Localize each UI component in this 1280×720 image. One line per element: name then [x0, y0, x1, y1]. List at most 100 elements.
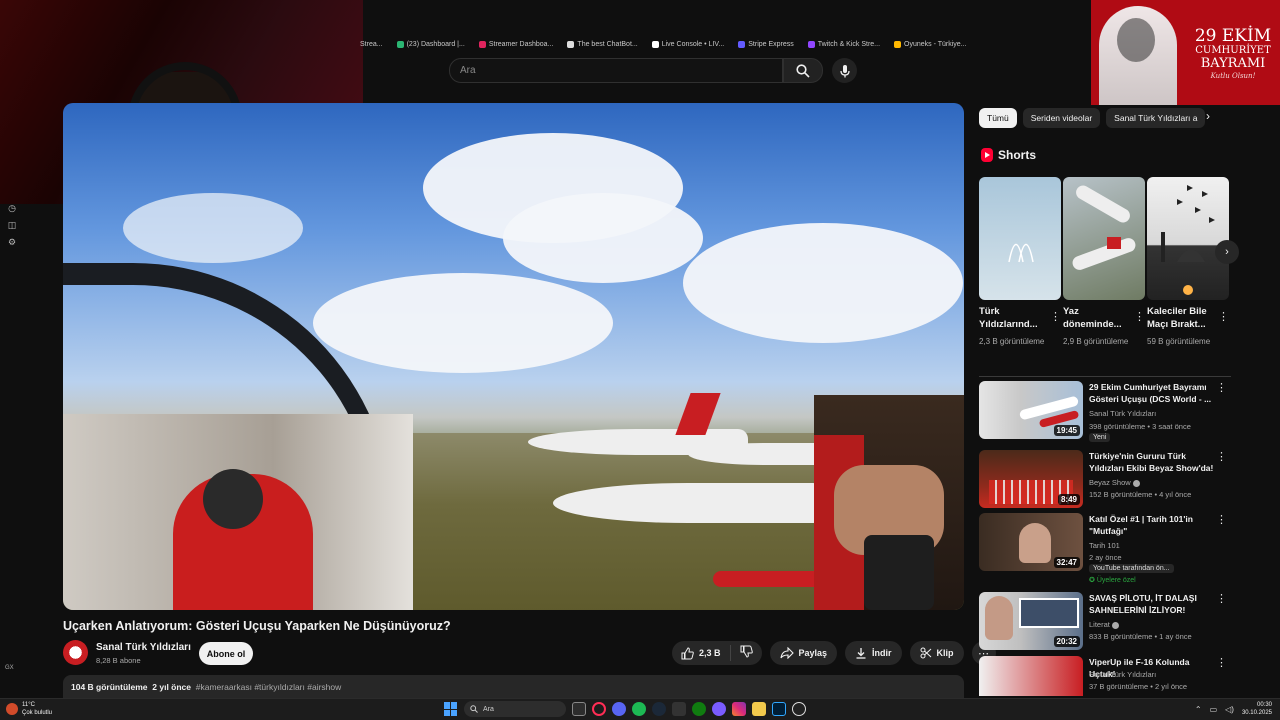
start-button[interactable]	[444, 702, 458, 716]
extension-icon[interactable]: ◫	[8, 220, 17, 231]
more-vert-icon[interactable]: ⋮	[1050, 310, 1061, 323]
photoshop-icon[interactable]	[772, 702, 786, 716]
bookmark[interactable]: The best ChatBot...	[567, 40, 638, 48]
bookmark[interactable]: Twitch & Kick Stre...	[807, 40, 880, 48]
spotify-icon[interactable]	[632, 702, 646, 716]
video-title[interactable]: 29 Ekim Cumhuriyet Bayramı Gösteri Uçuşu…	[1089, 381, 1217, 405]
search-icon	[470, 705, 478, 713]
subscribe-button[interactable]: Abone ol	[199, 642, 253, 665]
recommended-video[interactable]: 20:32 SAVAŞ PİLOTU, İT DALAŞI SAHNELERİN…	[979, 592, 1231, 652]
app-icon[interactable]	[712, 702, 726, 716]
recommended-video[interactable]: 19:45 29 Ekim Cumhuriyet Bayramı Gösteri…	[979, 381, 1231, 442]
epic-games-icon[interactable]	[672, 702, 686, 716]
video-thumbnail[interactable]: 19:45	[979, 381, 1083, 439]
chip-channel[interactable]: Sanal Türk Yıldızları a	[1106, 108, 1206, 128]
time: 00:30	[1256, 702, 1272, 708]
pilot-facecam	[63, 414, 413, 610]
video-meta: 833 B görüntüleme • 1 ay önce	[1089, 632, 1192, 641]
duration-badge: 19:45	[1053, 425, 1080, 436]
video-thumbnail[interactable]: 20:32	[979, 592, 1083, 650]
search-input[interactable]: Ara	[449, 58, 783, 83]
system-tray: ⌃ ▭ ◁) 00:30 30.10.2025	[1195, 701, 1272, 717]
instagram-icon[interactable]	[732, 702, 746, 716]
dislike-button[interactable]	[731, 645, 762, 661]
short-thumbnail[interactable]	[979, 177, 1061, 300]
file-explorer-icon[interactable]	[572, 702, 586, 716]
like-count: 2,3 B	[699, 648, 721, 658]
video-title[interactable]: SAVAŞ PİLOTU, İT DALAŞI SAHNELERİNİ İZLİ…	[1089, 592, 1217, 616]
video-title[interactable]: Türkiye'nin Gururu Türk Yıldızları Ekibi…	[1089, 450, 1217, 474]
screen: Strea... (23) Dashboard |... Streamer Da…	[0, 0, 1280, 720]
more-vert-icon[interactable]: ⋮	[1216, 381, 1227, 394]
upload-age: 2 yıl önce	[152, 682, 192, 692]
video-thumbnail[interactable]	[979, 656, 1083, 696]
folder-icon[interactable]	[752, 702, 766, 716]
voice-search-button[interactable]	[832, 58, 857, 83]
share-button[interactable]: Paylaş	[769, 641, 838, 665]
video-player[interactable]	[63, 103, 964, 610]
bookmark[interactable]: Strea...	[360, 41, 383, 48]
video-thumbnail[interactable]: 32:47	[979, 513, 1083, 571]
recommended-video[interactable]: ViperUp ile F-16 Kolunda Uçtuk! Sanal Tü…	[979, 656, 1231, 696]
weather-widget[interactable]: 11°C Çok bulutlu	[6, 701, 52, 717]
bookmark[interactable]: Stripe Express	[738, 40, 794, 48]
bookmark-icon	[894, 40, 902, 48]
chevron-up-icon[interactable]: ⌃	[1195, 705, 1202, 714]
short-card[interactable]: Yaz döneminde... ⋮ 2,9 B görüntüleme	[1063, 177, 1145, 348]
short-thumbnail[interactable]	[1063, 177, 1145, 300]
shorts-next-button[interactable]: ›	[1215, 240, 1239, 264]
steam-icon[interactable]	[652, 702, 666, 716]
weather-condition: Çok bulutlu	[22, 710, 53, 716]
channel-name[interactable]: Literat	[1089, 620, 1119, 629]
channel-name[interactable]: Tarih 101	[1089, 541, 1120, 550]
bookmark[interactable]: Streamer Dashboa...	[478, 40, 553, 48]
more-vert-icon[interactable]: ⋮	[1216, 592, 1227, 605]
recommended-video[interactable]: 8:49 Türkiye'nin Gururu Türk Yıldızları …	[979, 450, 1231, 510]
short-title: Kaleciler Bile Maçı Bırakt...	[1147, 306, 1207, 330]
volume-icon[interactable]: ◁)	[1225, 705, 1234, 714]
bookmark[interactable]: (23) Dashboard |...	[396, 40, 465, 48]
like-button[interactable]: 2,3 B	[672, 645, 731, 661]
history-icon[interactable]: ◷	[8, 203, 16, 214]
description-box[interactable]: 104 B görüntüleme 2 yıl önce #kameraarka…	[63, 675, 964, 699]
chip-series[interactable]: Seriden videolar	[1022, 108, 1101, 128]
xbox-icon[interactable]	[692, 702, 706, 716]
channel-name[interactable]: Beyaz Show	[1089, 478, 1140, 487]
download-label: İndir	[872, 648, 892, 658]
more-vert-icon[interactable]: ⋮	[1218, 310, 1229, 323]
short-card[interactable]: Kaleciler Bile Maçı Bırakt... ⋮ 59 B gör…	[1147, 177, 1229, 348]
settings-icon[interactable]: ⚙	[8, 237, 16, 248]
video-thumbnail[interactable]: 8:49	[979, 450, 1083, 508]
bookmark-icon	[651, 40, 659, 48]
search-button[interactable]	[783, 58, 823, 83]
bookmark[interactable]: Oyuneks - Türkiye...	[894, 40, 967, 48]
channel-name[interactable]: Sanal Türk Yıldızları	[96, 642, 191, 653]
chevron-right-icon[interactable]: ›	[1206, 109, 1210, 123]
more-vert-icon[interactable]: ⋮	[1216, 656, 1227, 669]
obs-icon[interactable]	[792, 702, 806, 716]
more-vert-icon[interactable]: ⋮	[1216, 513, 1227, 526]
hashtags[interactable]: #kameraarkası #türkyıldızları #airshow	[196, 682, 342, 692]
taskbar-search[interactable]: Ara	[464, 701, 566, 717]
bookmarks-bar: Strea... (23) Dashboard |... Streamer Da…	[360, 36, 1090, 52]
download-button[interactable]: İndir	[845, 641, 902, 665]
network-icon[interactable]: ▭	[1210, 705, 1218, 714]
banner-date: 29 EKİM	[1194, 26, 1272, 46]
video-title[interactable]: Katıl Özel #1 | Tarih 101'in "Mutfağı"	[1089, 513, 1217, 537]
opera-gx-icon[interactable]	[592, 702, 606, 716]
channel-avatar[interactable]	[63, 640, 88, 665]
channel-name[interactable]: Sanal Türk Yıldızları	[1089, 409, 1156, 418]
like-dislike-group: 2,3 B	[672, 641, 762, 665]
video-meta: 37 B görüntüleme • 2 yıl önce	[1089, 682, 1188, 691]
recommended-video[interactable]: 32:47 Katıl Özel #1 | Tarih 101'in "Mutf…	[979, 513, 1231, 589]
short-thumbnail[interactable]	[1147, 177, 1229, 300]
more-vert-icon[interactable]: ⋮	[1134, 310, 1145, 323]
clock[interactable]: 00:30 30.10.2025	[1242, 701, 1272, 717]
channel-name[interactable]: Sanal Türk Yıldızları	[1089, 670, 1156, 679]
discord-icon[interactable]	[612, 702, 626, 716]
short-card[interactable]: Türk Yıldızlarınd... ⋮ 2,3 B görüntüleme	[979, 177, 1061, 348]
chip-all[interactable]: Tümü	[979, 108, 1017, 128]
clip-button[interactable]: Klip	[909, 641, 964, 665]
more-vert-icon[interactable]: ⋮	[1216, 450, 1227, 463]
bookmark[interactable]: Live Console • LIV...	[651, 40, 724, 48]
